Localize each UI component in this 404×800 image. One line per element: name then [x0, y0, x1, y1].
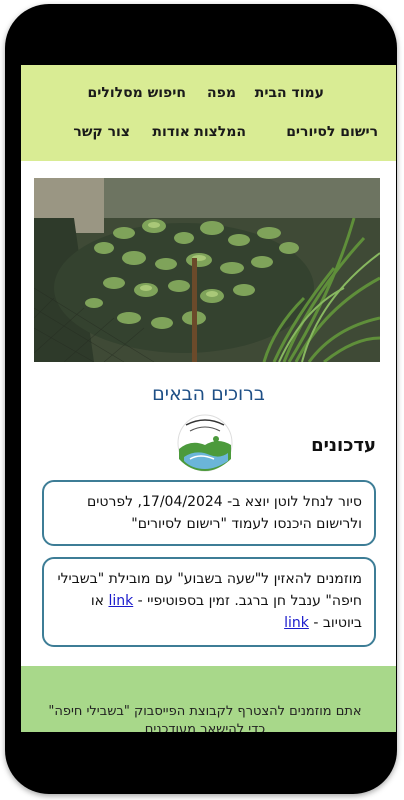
site-logo	[176, 409, 234, 473]
nav-link-about[interactable]: אודות	[152, 124, 190, 140]
update-text: סיור לנחל לוטן יוצא ב- 17/04/2024, לפרטי…	[87, 494, 362, 532]
hero-image	[34, 178, 380, 362]
nav-link-tour-signup[interactable]: רישום לסיורים	[286, 124, 378, 140]
top-navigation: עמוד הבית מפה חיפוש מסלולים רישום לסיורי…	[21, 65, 396, 161]
welcome-title: ברוכים הבאים	[152, 383, 265, 405]
footer: אתם מוזמנים להצטרף לקבוצת הפייסבוק "בשבי…	[21, 666, 396, 732]
nav-link-contact[interactable]: צור קשר	[73, 124, 130, 140]
lily-pond-photo	[34, 178, 380, 362]
phone-screen: עמוד הבית מפה חיפוש מסלולים רישום לסיורי…	[21, 65, 396, 732]
nav-link-home[interactable]: עמוד הבית	[255, 85, 324, 101]
nav-link-route-search[interactable]: חיפוש מסלולים	[87, 85, 186, 101]
youtube-link[interactable]: link	[284, 615, 309, 631]
update-card: סיור לנחל לוטן יוצא ב- 17/04/2024, לפרטי…	[42, 480, 376, 546]
update-card: מוזמנים להאזין ל"שעה בשבוע" עם מובילת "ב…	[42, 557, 376, 647]
nav-link-recommendations[interactable]: המלצות	[194, 124, 246, 140]
phone-frame: עמוד הבית מפה חיפוש מסלולים רישום לסיורי…	[5, 4, 397, 794]
spotify-link[interactable]: link	[108, 593, 133, 609]
updates-heading: עדכונים	[311, 435, 376, 456]
footer-text: אתם מוזמנים להצטרף לקבוצת הפייסבוק "בשבי…	[48, 704, 362, 732]
nav-link-map[interactable]: מפה	[207, 85, 236, 101]
site-logo-icon	[177, 414, 233, 472]
